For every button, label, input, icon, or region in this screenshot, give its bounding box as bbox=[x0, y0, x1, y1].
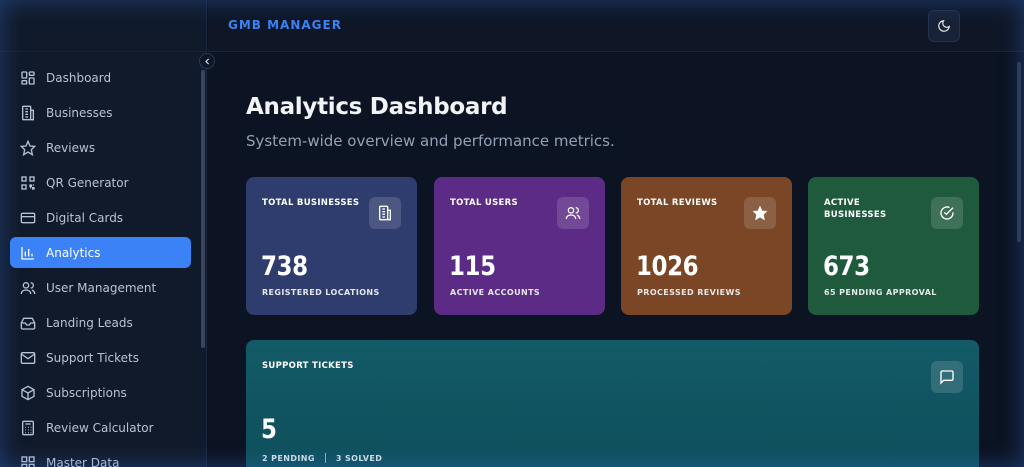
stat-card-icon-box bbox=[557, 197, 589, 229]
sidebar-item-label: Landing Leads bbox=[46, 315, 133, 330]
app-root: Dashboard Businesses Reviews QR Generato… bbox=[0, 0, 1024, 467]
sidebar-item-label: Businesses bbox=[46, 105, 113, 120]
calculator-icon bbox=[20, 420, 36, 436]
sidebar-item-label: User Management bbox=[46, 280, 157, 295]
moon-icon bbox=[938, 20, 950, 32]
stat-card-value: 5 bbox=[261, 414, 277, 445]
sidebar: Dashboard Businesses Reviews QR Generato… bbox=[0, 0, 207, 467]
grid-icon bbox=[20, 455, 36, 467]
box-icon bbox=[20, 385, 36, 401]
stat-card-subtext: Active Accounts bbox=[450, 288, 541, 297]
bar-chart-icon bbox=[20, 245, 36, 261]
page-subtitle: System-wide overview and performance met… bbox=[246, 132, 615, 150]
page-title: Analytics Dashboard bbox=[246, 94, 508, 120]
main-content: Analytics Dashboard System-wide overview… bbox=[208, 52, 1024, 467]
sidebar-item-landing-leads[interactable]: Landing Leads bbox=[10, 307, 191, 338]
stat-card-subtext: 2 PENDING 3 SOLVED bbox=[262, 453, 382, 463]
building-icon bbox=[379, 205, 391, 221]
stat-card-subtext: Registered Locations bbox=[262, 288, 380, 297]
stat-card-label: Active Businesses bbox=[824, 198, 887, 220]
sidebar-item-label: Reviews bbox=[46, 140, 96, 155]
sidebar-item-label: Analytics bbox=[46, 245, 101, 260]
brand-title: GMB MANAGER bbox=[228, 18, 342, 32]
chevron-left-icon bbox=[204, 57, 209, 65]
sidebar-item-label: Master Data bbox=[46, 455, 120, 467]
stat-card-label: Total Reviews bbox=[637, 198, 718, 208]
stat-card-subtext: Processed Reviews bbox=[637, 288, 741, 297]
stat-card-value: 738 bbox=[261, 251, 308, 282]
stat-card-value: 673 bbox=[823, 251, 870, 282]
sidebar-scrollbar[interactable] bbox=[201, 70, 205, 348]
stat-card-total-users: Total Users 115 Active Accounts bbox=[434, 177, 605, 315]
sidebar-nav: Dashboard Businesses Reviews QR Generato… bbox=[10, 62, 191, 467]
divider bbox=[324, 453, 326, 463]
sidebar-item-label: QR Generator bbox=[46, 175, 129, 190]
qr-icon bbox=[20, 175, 36, 191]
sidebar-item-label: Digital Cards bbox=[46, 210, 124, 225]
card-icon bbox=[20, 210, 36, 226]
sidebar-item-label: Subscriptions bbox=[46, 385, 127, 400]
stat-card-active-businesses: Active Businesses 673 65 Pending Approva… bbox=[808, 177, 979, 315]
stat-card-icon-box bbox=[744, 197, 776, 229]
sidebar-item-subscriptions[interactable]: Subscriptions bbox=[10, 377, 191, 408]
sidebar-item-dashboard[interactable]: Dashboard bbox=[10, 62, 191, 93]
stat-card-support-tickets: Support Tickets 5 2 PENDING 3 SOLVED bbox=[246, 340, 979, 467]
message-icon bbox=[940, 370, 954, 385]
theme-toggle-button[interactable] bbox=[928, 10, 960, 42]
check-circle-icon bbox=[940, 206, 954, 220]
stat-card-label: Total Businesses bbox=[262, 198, 360, 208]
star-icon bbox=[752, 205, 768, 221]
sidebar-header bbox=[0, 0, 206, 52]
mail-icon bbox=[20, 350, 36, 366]
sidebar-item-support-tickets[interactable]: Support Tickets bbox=[10, 342, 191, 373]
star-icon bbox=[20, 139, 36, 156]
stat-card-value: 1026 bbox=[636, 251, 699, 282]
stat-card-icon-box bbox=[931, 361, 963, 393]
stat-card-icon-box bbox=[369, 197, 401, 229]
stat-card-total-businesses: Total Businesses 738 Registered Location… bbox=[246, 177, 417, 315]
stat-card-subtext: 65 Pending Approval bbox=[824, 288, 937, 297]
sidebar-item-digital-cards[interactable]: Digital Cards bbox=[10, 202, 191, 233]
sidebar-item-master-data[interactable]: Master Data bbox=[10, 447, 191, 467]
building-icon bbox=[20, 105, 36, 121]
sidebar-item-businesses[interactable]: Businesses bbox=[10, 97, 191, 128]
sidebar-item-reviews[interactable]: Reviews bbox=[10, 132, 191, 163]
stat-card-icon-box bbox=[931, 197, 963, 229]
main-scrollbar[interactable] bbox=[1017, 62, 1021, 242]
sidebar-item-analytics[interactable]: Analytics bbox=[10, 237, 191, 268]
inbox-icon bbox=[20, 315, 36, 331]
top-header: GMB MANAGER bbox=[208, 0, 1024, 52]
users-icon bbox=[565, 207, 581, 220]
stat-card-total-reviews: Total Reviews 1026 Processed Reviews bbox=[621, 177, 792, 315]
sidebar-item-qr-generator[interactable]: QR Generator bbox=[10, 167, 191, 198]
sidebar-item-label: Dashboard bbox=[46, 70, 112, 85]
dashboard-icon bbox=[20, 70, 36, 86]
pending-count: 2 PENDING bbox=[262, 453, 315, 463]
solved-count: 3 SOLVED bbox=[335, 453, 383, 463]
stat-card-label: Total Users bbox=[450, 198, 518, 208]
users-icon bbox=[20, 280, 36, 296]
sidebar-item-user-management[interactable]: User Management bbox=[10, 272, 191, 303]
sidebar-item-label: Support Tickets bbox=[46, 350, 140, 365]
sidebar-item-label: Review Calculator bbox=[46, 420, 154, 435]
stat-card-label: Support Tickets bbox=[262, 361, 354, 371]
sidebar-item-review-calculator[interactable]: Review Calculator bbox=[10, 412, 191, 443]
stat-card-value: 115 bbox=[449, 251, 496, 282]
sidebar-collapse-button[interactable] bbox=[199, 53, 215, 69]
